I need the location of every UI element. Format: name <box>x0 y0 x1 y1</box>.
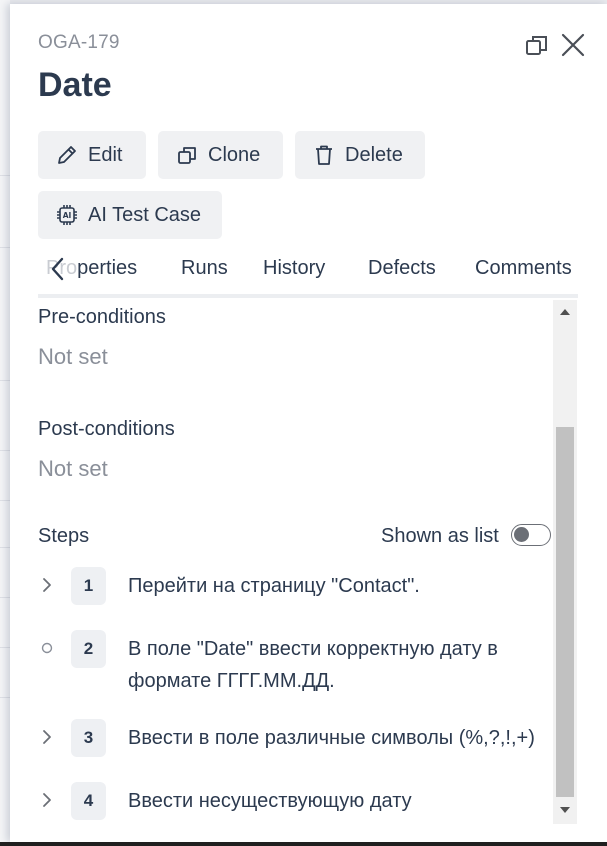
copy-icon <box>178 147 196 164</box>
step-number-badge: 3 <box>71 719 106 757</box>
chevron-right-icon[interactable] <box>38 726 56 748</box>
tab-history[interactable]: History <box>263 257 325 280</box>
step-number-badge: 4 <box>71 782 106 820</box>
background-divider <box>0 597 10 598</box>
restore-icon[interactable] <box>524 32 550 58</box>
clone-button[interactable]: Clone <box>158 131 283 179</box>
background-divider <box>0 547 10 548</box>
tab-properties-label: perties <box>77 257 138 279</box>
background-divider <box>0 175 10 176</box>
tab-runs[interactable]: Runs <box>181 257 228 280</box>
preconditions-value: Not set <box>38 344 108 369</box>
shown-as-list-toggle[interactable] <box>511 524 551 546</box>
postconditions-value: Not set <box>38 456 108 481</box>
background-divider <box>0 500 10 501</box>
edit-button-label: Edit <box>88 143 123 166</box>
background-divider <box>0 380 10 381</box>
edit-button[interactable]: Edit <box>38 131 146 179</box>
steps-label: Steps <box>38 525 90 547</box>
tab-comments[interactable]: Comments <box>475 257 572 280</box>
tab-bar: Properties Runs History Defects Comments <box>38 257 590 295</box>
ai-chip-icon-text: AI <box>63 211 72 220</box>
case-title: Date <box>38 66 112 104</box>
background-divider <box>0 697 10 698</box>
close-icon[interactable] <box>560 32 586 58</box>
step-number-badge: 2 <box>71 630 106 668</box>
window-bottom-edge <box>0 842 607 846</box>
step-text: В поле "Date" ввести корректную дату в ф… <box>128 638 498 692</box>
background-app-edge <box>0 0 10 846</box>
scroll-up-arrow-icon[interactable] <box>557 304 573 320</box>
ai-test-case-button-label: AI Test Case <box>88 203 202 226</box>
step-text: Ввести в поле различные символы (%,?,!,+… <box>128 727 535 749</box>
case-id: OGA-179 <box>38 32 120 53</box>
ai-test-case-button[interactable]: AI AI Test Case <box>38 191 222 239</box>
background-divider <box>0 647 10 648</box>
chevron-left-icon[interactable] <box>48 255 68 283</box>
scrollbar-thumb[interactable] <box>556 427 574 797</box>
postconditions-label: Post-conditions <box>38 418 175 440</box>
step-text: Перейти на страницу "Contact". <box>128 575 420 597</box>
background-divider <box>0 450 10 451</box>
step-number-badge: 1 <box>71 567 106 605</box>
shown-as-list-label: Shown as list <box>381 525 499 547</box>
step-text: Ввести несуществующую дату <box>128 790 412 812</box>
ai-chip-icon: AI <box>57 205 77 225</box>
chevron-right-icon[interactable] <box>38 789 56 811</box>
delete-button-label: Delete <box>345 143 403 166</box>
scrollbar[interactable] <box>553 300 577 824</box>
scroll-down-arrow-icon[interactable] <box>557 802 573 818</box>
chevron-right-icon[interactable] <box>38 574 56 596</box>
circle-icon[interactable] <box>38 637 56 659</box>
background-divider <box>0 247 10 248</box>
clone-button-label: Clone <box>208 143 261 166</box>
delete-button[interactable]: Delete <box>295 131 425 179</box>
preconditions-label: Pre-conditions <box>38 306 166 328</box>
test-case-panel: OGA-179 Date Edit Clone Delete AI AI Tes… <box>10 4 607 842</box>
tabs-divider <box>38 294 578 298</box>
toggle-knob <box>514 527 529 542</box>
trash-icon <box>316 145 332 165</box>
pencil-icon <box>58 146 76 164</box>
tab-defects[interactable]: Defects <box>368 257 436 280</box>
